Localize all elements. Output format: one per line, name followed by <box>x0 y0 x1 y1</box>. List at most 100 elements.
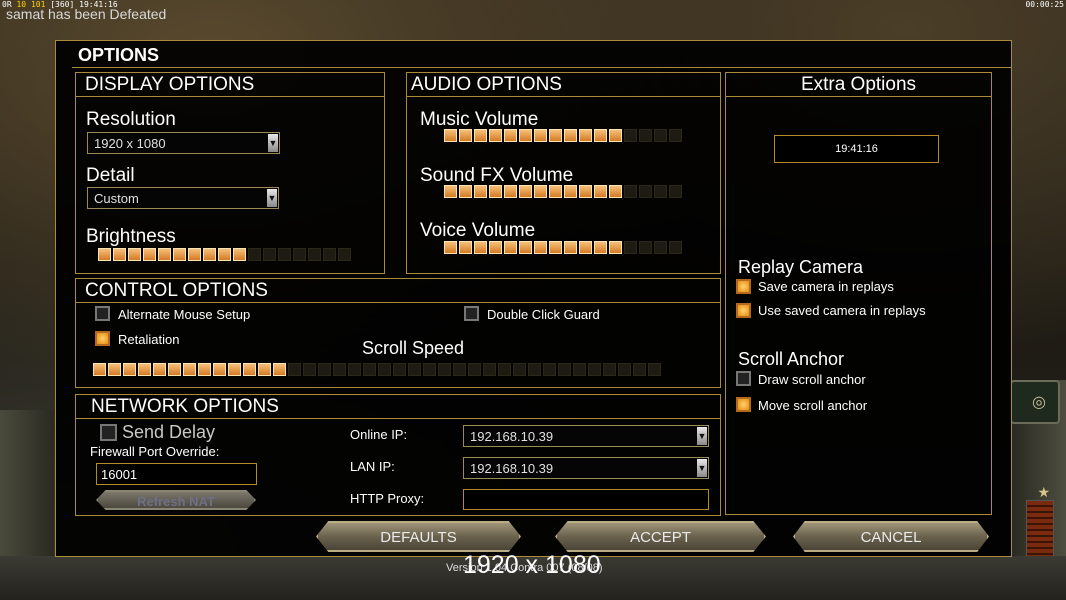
slider-segment[interactable] <box>158 248 171 261</box>
slider-segment[interactable] <box>278 248 291 261</box>
slider-segment[interactable] <box>459 241 472 254</box>
slider-segment[interactable] <box>489 129 502 142</box>
slider-segment[interactable] <box>348 363 361 376</box>
slider-segment[interactable] <box>143 248 156 261</box>
chevron-down-icon[interactable]: ▼ <box>697 459 707 477</box>
slider-segment[interactable] <box>408 363 421 376</box>
slider-segment[interactable] <box>293 248 306 261</box>
chevron-down-icon[interactable]: ▼ <box>267 189 277 207</box>
detail-dropdown[interactable]: Custom ▼ <box>87 187 279 209</box>
slider-segment[interactable] <box>543 363 556 376</box>
slider-segment[interactable] <box>564 185 577 198</box>
slider-segment[interactable] <box>594 129 607 142</box>
slider-segment[interactable] <box>558 363 571 376</box>
chevron-down-icon[interactable]: ▼ <box>268 134 278 152</box>
slider-segment[interactable] <box>519 129 532 142</box>
slider-segment[interactable] <box>549 241 562 254</box>
slider-segment[interactable] <box>338 248 351 261</box>
slider-segment[interactable] <box>669 129 682 142</box>
resolution-dropdown[interactable]: 1920 x 1080 ▼ <box>87 132 280 154</box>
slider-segment[interactable] <box>198 363 211 376</box>
slider-segment[interactable] <box>534 241 547 254</box>
slider-segment[interactable] <box>263 248 276 261</box>
send-delay-checkbox[interactable] <box>100 424 117 441</box>
music-volume-slider[interactable] <box>444 129 682 142</box>
slider-segment[interactable] <box>138 363 151 376</box>
slider-segment[interactable] <box>498 363 511 376</box>
slider-segment[interactable] <box>423 363 436 376</box>
slider-segment[interactable] <box>504 129 517 142</box>
slider-segment[interactable] <box>248 248 261 261</box>
slider-segment[interactable] <box>113 248 126 261</box>
brightness-slider[interactable] <box>98 248 351 261</box>
slider-segment[interactable] <box>573 363 586 376</box>
slider-segment[interactable] <box>528 363 541 376</box>
accept-button[interactable]: ACCEPT <box>555 521 766 552</box>
slider-segment[interactable] <box>444 129 457 142</box>
slider-segment[interactable] <box>173 248 186 261</box>
use-saved-camera-checkbox[interactable] <box>736 303 751 318</box>
http-proxy-input[interactable] <box>463 489 709 510</box>
slider-segment[interactable] <box>474 185 487 198</box>
move-scroll-anchor-checkbox[interactable] <box>736 397 751 412</box>
slider-segment[interactable] <box>474 129 487 142</box>
slider-segment[interactable] <box>579 129 592 142</box>
slider-segment[interactable] <box>669 241 682 254</box>
slider-segment[interactable] <box>453 363 466 376</box>
slider-segment[interactable] <box>483 363 496 376</box>
slider-segment[interactable] <box>504 185 517 198</box>
slider-segment[interactable] <box>474 241 487 254</box>
slider-segment[interactable] <box>233 248 246 261</box>
slider-segment[interactable] <box>639 185 652 198</box>
defaults-button[interactable]: DEFAULTS <box>316 521 521 552</box>
slider-segment[interactable] <box>459 129 472 142</box>
slider-segment[interactable] <box>534 185 547 198</box>
slider-segment[interactable] <box>549 185 562 198</box>
slider-segment[interactable] <box>108 363 121 376</box>
slider-segment[interactable] <box>618 363 631 376</box>
slider-segment[interactable] <box>639 241 652 254</box>
slider-segment[interactable] <box>624 241 637 254</box>
slider-segment[interactable] <box>489 241 502 254</box>
firewall-port-input[interactable]: 16001 <box>96 463 257 485</box>
slider-segment[interactable] <box>444 185 457 198</box>
alternate-mouse-checkbox[interactable] <box>95 306 110 321</box>
slider-segment[interactable] <box>654 185 667 198</box>
slider-segment[interactable] <box>594 241 607 254</box>
save-camera-checkbox[interactable] <box>736 279 751 294</box>
scroll-speed-slider[interactable] <box>93 363 661 376</box>
slider-segment[interactable] <box>549 129 562 142</box>
slider-segment[interactable] <box>564 241 577 254</box>
slider-segment[interactable] <box>519 185 532 198</box>
slider-segment[interactable] <box>243 363 256 376</box>
slider-segment[interactable] <box>513 363 526 376</box>
slider-segment[interactable] <box>203 248 216 261</box>
slider-segment[interactable] <box>624 185 637 198</box>
slider-segment[interactable] <box>273 363 286 376</box>
slider-segment[interactable] <box>654 129 667 142</box>
slider-segment[interactable] <box>363 363 376 376</box>
slider-segment[interactable] <box>489 185 502 198</box>
slider-segment[interactable] <box>168 363 181 376</box>
slider-segment[interactable] <box>603 363 616 376</box>
slider-segment[interactable] <box>564 129 577 142</box>
online-ip-dropdown[interactable]: 192.168.10.39 ▼ <box>463 425 709 447</box>
slider-segment[interactable] <box>288 363 301 376</box>
slider-segment[interactable] <box>333 363 346 376</box>
slider-segment[interactable] <box>609 185 622 198</box>
slider-segment[interactable] <box>639 129 652 142</box>
lan-ip-dropdown[interactable]: 192.168.10.39 ▼ <box>463 457 709 479</box>
slider-segment[interactable] <box>654 241 667 254</box>
slider-segment[interactable] <box>519 241 532 254</box>
slider-segment[interactable] <box>303 363 316 376</box>
slider-segment[interactable] <box>128 248 141 261</box>
slider-segment[interactable] <box>534 129 547 142</box>
slider-segment[interactable] <box>378 363 391 376</box>
retaliation-checkbox[interactable] <box>95 331 110 346</box>
slider-segment[interactable] <box>609 129 622 142</box>
draw-scroll-anchor-checkbox[interactable] <box>736 371 751 386</box>
slider-segment[interactable] <box>228 363 241 376</box>
slider-segment[interactable] <box>594 185 607 198</box>
cancel-button[interactable]: CANCEL <box>793 521 989 552</box>
double-click-guard-checkbox[interactable] <box>464 306 479 321</box>
